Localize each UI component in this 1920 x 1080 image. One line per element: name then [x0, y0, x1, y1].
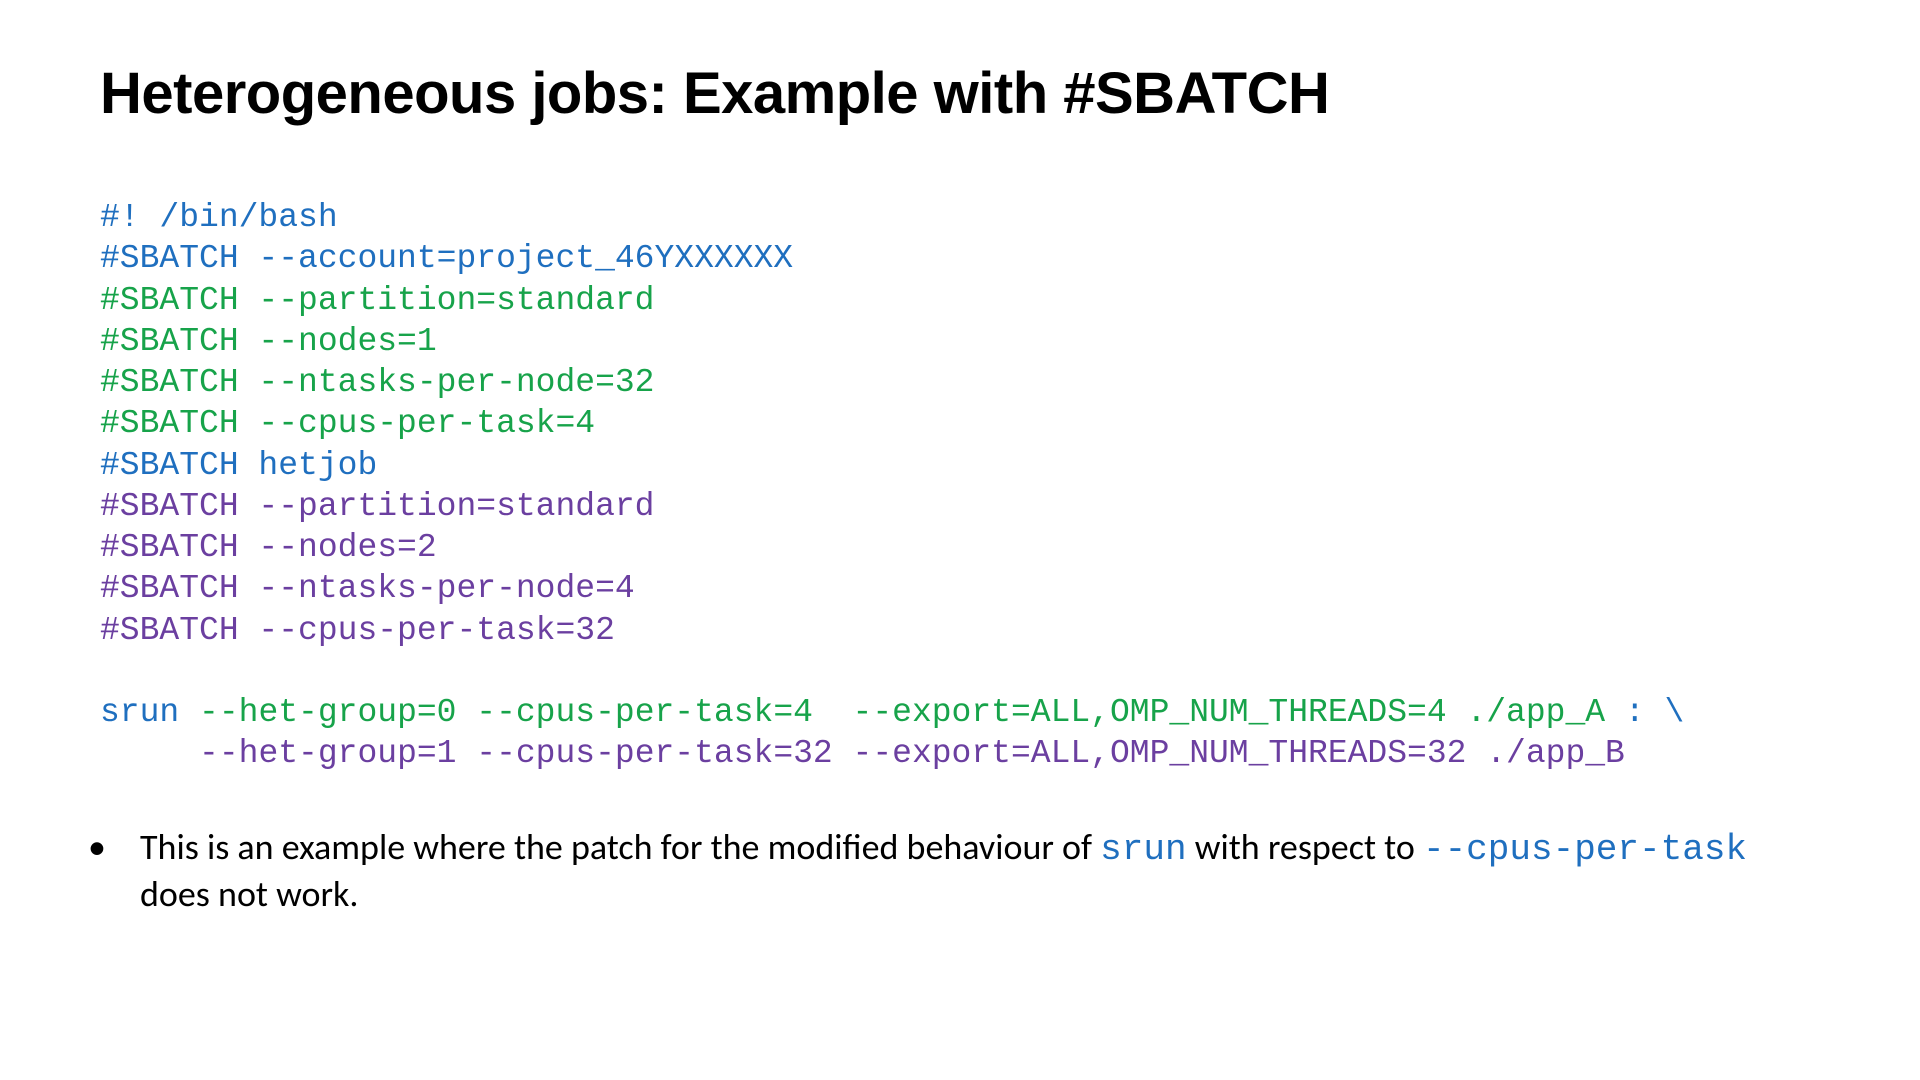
code-line-nodes-b: #SBATCH --nodes=2: [100, 529, 437, 566]
code-srun-backslash: \: [1664, 694, 1684, 731]
code-line-hetjob: #SBATCH hetjob: [100, 447, 377, 484]
code-line-partition-a: #SBATCH --partition=standard: [100, 282, 655, 319]
bullet-text-3: does not work.: [140, 872, 359, 916]
code-line-shebang: #! /bin/bash: [100, 199, 338, 236]
code-line-nodes-a: #SBATCH --nodes=1: [100, 323, 437, 360]
slide: Heterogeneous jobs: Example with #SBATCH…: [0, 0, 1920, 957]
bullet-item: •This is an example where the patch for …: [100, 825, 1820, 917]
code-block: #! /bin/bash #SBATCH --account=project_4…: [100, 197, 1820, 775]
code-srun-colon: :: [1605, 694, 1664, 731]
bullet-text-1: This is an example where the patch for t…: [140, 825, 1100, 869]
code-srun-group1: --het-group=1 --cpus-per-task=32 --expor…: [199, 735, 1625, 772]
code-line-cpus-a: #SBATCH --cpus-per-task=4: [100, 405, 595, 442]
code-srun-pad: [100, 735, 199, 772]
code-line-cpus-b: #SBATCH --cpus-per-task=32: [100, 612, 615, 649]
code-srun-group0: --het-group=0 --cpus-per-task=4 --export…: [199, 694, 1605, 731]
code-line-account: #SBATCH --account=project_46YXXXXXX: [100, 240, 793, 277]
bullet-text-2: with respect to: [1187, 825, 1423, 869]
code-line-partition-b: #SBATCH --partition=standard: [100, 488, 655, 525]
code-line-ntasks-b: #SBATCH --ntasks-per-node=4: [100, 570, 635, 607]
code-srun-cmd: srun: [100, 694, 199, 731]
slide-title: Heterogeneous jobs: Example with #SBATCH: [100, 60, 1820, 127]
code-line-ntasks-a: #SBATCH --ntasks-per-node=32: [100, 364, 655, 401]
bullet-marker: •: [114, 825, 140, 870]
inline-code-srun: srun: [1100, 829, 1186, 870]
inline-code-cpus: --cpus-per-task: [1423, 829, 1747, 870]
